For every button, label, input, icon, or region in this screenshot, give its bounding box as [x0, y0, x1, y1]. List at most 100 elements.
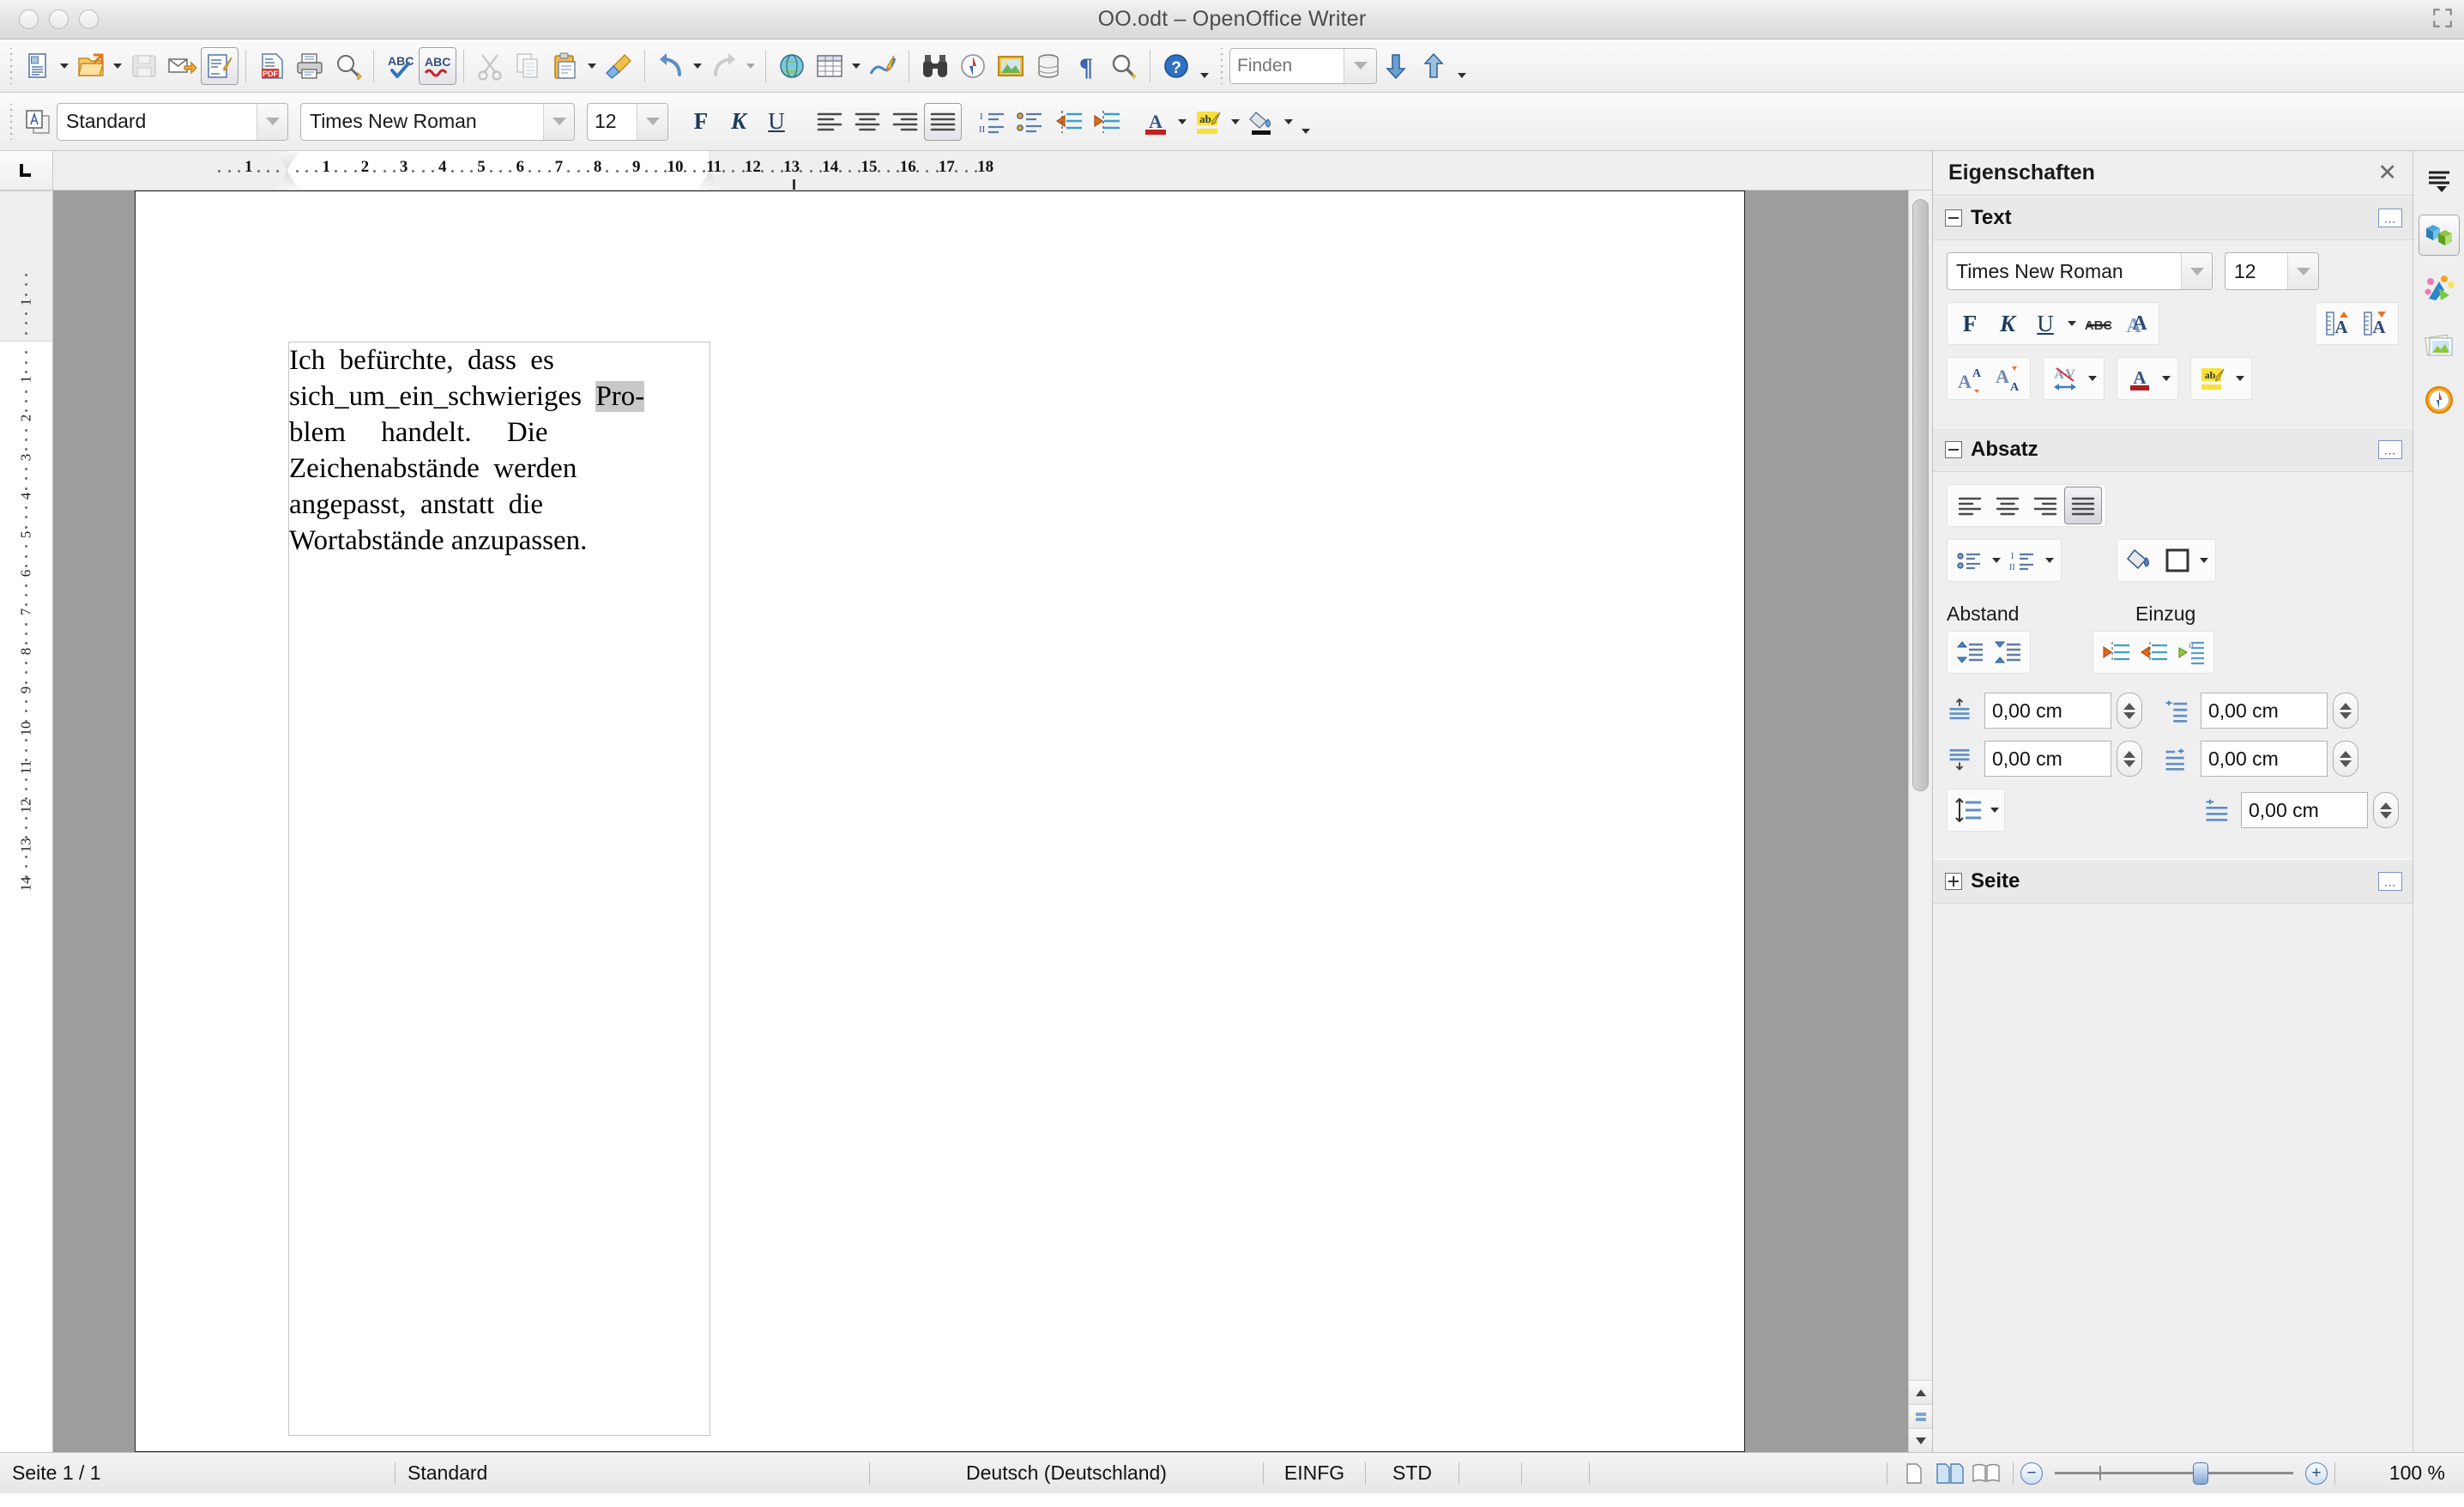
underline-dropdown[interactable]	[2068, 321, 2076, 326]
sidebar-settings-button[interactable]	[2419, 160, 2460, 201]
sidebar-font-name-combo[interactable]: Times New Roman	[1947, 252, 2213, 290]
sidebar-section-paragraph-header[interactable]: Absatz ⋯	[1933, 427, 2413, 472]
sidebar-bold-button[interactable]: F	[1951, 305, 1989, 342]
copy-button[interactable]	[509, 47, 547, 85]
sidebar-font-size-dropdown[interactable]	[2287, 253, 2318, 289]
expand-page-icon[interactable]	[1945, 873, 1962, 890]
increase-font-size-button[interactable]: A	[2319, 305, 2357, 342]
sidebar-tab-styles[interactable]	[2419, 269, 2460, 311]
spacing-below-paragraph-value[interactable]: 0,00 cm	[1984, 741, 2111, 777]
status-page-style[interactable]: Standard	[396, 1453, 869, 1493]
sidebar-align-left-button[interactable]	[1951, 487, 1989, 524]
line-spacing-dropdown[interactable]	[1990, 808, 1999, 813]
character-spacing-dropdown[interactable]	[2088, 376, 2097, 381]
sidebar-align-justified-button[interactable]	[2064, 487, 2102, 524]
standard-toolbar-overflow[interactable]	[1195, 47, 1214, 85]
font-size-combo[interactable]: 12	[587, 102, 668, 141]
gallery-button[interactable]	[992, 47, 1030, 85]
font-name-dropdown[interactable]	[543, 103, 574, 140]
spacing-above-paragraph-value[interactable]: 0,00 cm	[1984, 693, 2111, 729]
stepper-down-icon[interactable]	[2123, 760, 2135, 767]
strikethrough-button[interactable]: ABC	[2080, 305, 2117, 342]
stepper-up-icon[interactable]	[2340, 750, 2352, 758]
export-pdf-button[interactable]: PDF	[253, 47, 291, 85]
increase-indent-button[interactable]	[1087, 103, 1125, 141]
sidebar-align-right-button[interactable]	[2026, 487, 2064, 524]
redo-button[interactable]	[705, 47, 743, 85]
stepper-up-icon[interactable]	[2123, 750, 2135, 758]
toolbar-grip[interactable]	[7, 47, 15, 84]
zoom-out-button[interactable]: −	[2020, 1462, 2043, 1485]
undo-dropdown[interactable]	[693, 63, 702, 69]
align-center-button[interactable]	[849, 103, 886, 141]
italic-button[interactable]: K	[720, 103, 758, 141]
formatting-marks-button[interactable]: ¶	[1067, 47, 1105, 85]
sidebar-increase-indent-button[interactable]	[2097, 633, 2135, 671]
multi-page-view-button[interactable]	[1936, 1461, 1965, 1486]
cut-button[interactable]	[471, 47, 509, 85]
paragraph-style-combo[interactable]: Standard	[57, 102, 288, 141]
status-language[interactable]: Deutsch (Deutschland)	[870, 1453, 1263, 1493]
book-view-button[interactable]	[1972, 1461, 2001, 1486]
hyperlink-button[interactable]	[773, 47, 811, 85]
background-color-dropdown[interactable]	[1284, 118, 1293, 124]
font-size-dropdown[interactable]	[637, 103, 667, 140]
redo-dropdown[interactable]	[746, 63, 755, 69]
sidebar-font-name-dropdown[interactable]	[2181, 253, 2212, 289]
highlighting-dropdown[interactable]	[1231, 118, 1240, 124]
sidebar-close-button[interactable]: ✕	[2377, 160, 2397, 186]
sidebar-section-page-header[interactable]: Seite ⋯	[1933, 859, 2413, 904]
fullscreen-icon[interactable]	[2431, 7, 2454, 29]
zoom-slider-track[interactable]	[2055, 1466, 2201, 1480]
align-left-button[interactable]	[811, 103, 849, 141]
zoom-slider[interactable]: − +	[2014, 1453, 2334, 1493]
spacing-below-paragraph-stepper[interactable]	[2117, 741, 2142, 777]
sidebar-highlighting-dropdown[interactable]	[2236, 376, 2244, 381]
first-line-indent-stepper[interactable]	[2373, 792, 2399, 828]
first-line-indent-spinner[interactable]: 0,00 cm	[2241, 792, 2399, 828]
spacing-above-paragraph-spinner[interactable]: 0,00 cm	[1984, 693, 2142, 729]
clone-formatting-button[interactable]	[600, 47, 637, 85]
find-toolbar-grip[interactable]	[1217, 47, 1226, 84]
zoom-in-button[interactable]: +	[2305, 1462, 2328, 1485]
stepper-down-icon[interactable]	[2340, 711, 2352, 719]
font-color-dropdown[interactable]	[1178, 118, 1187, 124]
increase-paragraph-spacing-button[interactable]	[1951, 633, 1989, 671]
numbered-list-button[interactable]: I II	[974, 103, 1012, 141]
undo-button[interactable]	[652, 47, 690, 85]
paragraph-more-options-icon[interactable]: ⋯	[2378, 440, 2402, 459]
bullet-list-dropdown[interactable]	[1992, 558, 2001, 563]
document-page[interactable]: Ich befürchte, dass es sich_um_ein_schwie…	[135, 191, 1745, 1452]
send-email-button[interactable]	[163, 47, 201, 85]
formatting-toolbar-grip[interactable]	[7, 103, 15, 140]
page-previous-button[interactable]	[1909, 1404, 1932, 1428]
indent-before-text-stepper[interactable]	[2333, 693, 2358, 729]
single-page-view-button[interactable]	[1899, 1461, 1929, 1486]
status-digital-signature[interactable]	[1522, 1453, 1589, 1493]
page-more-options-icon[interactable]: ⋯	[2378, 872, 2402, 891]
edit-mode-button[interactable]	[201, 46, 239, 85]
sidebar-tab-gallery[interactable]	[2419, 324, 2460, 366]
insert-table-button[interactable]	[811, 47, 849, 85]
tab-stop-selector[interactable]	[0, 151, 52, 191]
zoom-button[interactable]	[79, 9, 99, 29]
find-toolbar-overflow[interactable]	[1452, 47, 1471, 85]
paste-button[interactable]	[547, 47, 584, 85]
formatting-toolbar-overflow[interactable]	[1296, 103, 1315, 141]
scroll-up-button[interactable]	[1909, 1380, 1932, 1404]
stepper-up-icon[interactable]	[2380, 802, 2392, 809]
sidebar-italic-button[interactable]: K	[1989, 305, 2026, 342]
zoom-value[interactable]: 100 %	[2335, 1453, 2464, 1493]
print-document-button[interactable]	[291, 47, 329, 85]
collapse-text-icon[interactable]	[1945, 209, 1962, 227]
background-color-button[interactable]	[1243, 103, 1281, 141]
status-selection-mode[interactable]: STD	[1366, 1453, 1458, 1493]
paste-dropdown[interactable]	[588, 63, 596, 69]
decrease-paragraph-spacing-button[interactable]	[1989, 633, 2026, 671]
zoom-slider-track-right[interactable]	[2201, 1472, 2293, 1474]
sidebar-tab-properties[interactable]	[2418, 215, 2460, 256]
save-document-button[interactable]	[125, 47, 163, 85]
find-next-button[interactable]	[1377, 47, 1415, 85]
character-spacing-button[interactable]: A V	[2047, 360, 2085, 397]
paragraph-background-color-button[interactable]	[2121, 542, 2159, 579]
